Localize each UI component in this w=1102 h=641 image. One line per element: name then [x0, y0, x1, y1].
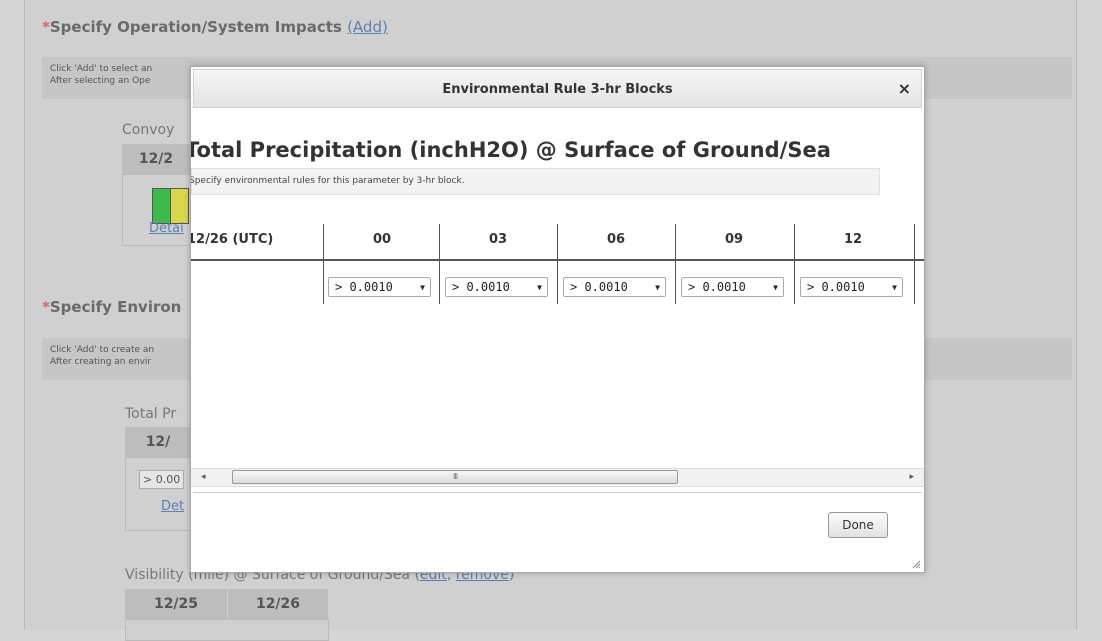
- rule-select-12[interactable]: > 0.0010 ▼: [800, 277, 903, 297]
- rule-select-00[interactable]: > 0.0010 ▼: [328, 277, 431, 297]
- precip-date-header: 12/: [125, 427, 191, 457]
- chevron-down-icon: ▼: [892, 283, 897, 292]
- rule-select-value: > 0.0010: [570, 280, 628, 294]
- rule-select-value: > 0.0010: [452, 280, 510, 294]
- convoy-date-header: 12/2: [122, 144, 190, 174]
- resize-grip-icon[interactable]: [911, 559, 921, 569]
- convoy-status-green[interactable]: [152, 188, 171, 224]
- parameter-description-text: Specify environmental rules for this par…: [190, 176, 465, 186]
- environmental-rule-dialog: Environmental Rule 3-hr Blocks × Total P…: [190, 66, 925, 573]
- chevron-down-icon: ▼: [773, 283, 778, 292]
- required-mark: *: [42, 298, 50, 316]
- precip-cell: [125, 457, 193, 531]
- operation-add-link[interactable]: (Add): [347, 18, 388, 36]
- dialog-footer-divider: [193, 492, 922, 493]
- vis-date-header: 12/26: [228, 589, 328, 619]
- close-icon[interactable]: ×: [898, 79, 911, 98]
- dialog-title: Environmental Rule 3-hr Blocks: [442, 82, 673, 97]
- parameter-description: Specify environmental rules for this par…: [191, 168, 880, 195]
- grip-icon: III: [453, 472, 458, 481]
- hour-header-09: 09: [724, 232, 744, 247]
- env-title-text: Specify Environ: [49, 298, 182, 316]
- rule-grid: 12/26 (UTC) 00 03 06 09 12 > 0.0010 ▼ > 0…: [191, 224, 924, 304]
- horizontal-scrollbar[interactable]: ◂ III ▸: [191, 468, 924, 487]
- vis-cells: [125, 619, 329, 641]
- rule-select-09[interactable]: > 0.0010 ▼: [681, 277, 784, 297]
- operation-section-title: *Specify Operation/System Impacts (Add): [42, 18, 388, 36]
- scroll-right-icon[interactable]: ▸: [909, 472, 914, 482]
- chevron-down-icon: ▼: [537, 283, 542, 292]
- precip-value-select[interactable]: > 0.00: [139, 470, 185, 489]
- hour-header-06: 06: [606, 232, 626, 247]
- convoy-label: Convoy: [122, 122, 175, 138]
- page-left-border: [24, 0, 25, 630]
- hour-header-12: 12: [843, 232, 863, 247]
- page-right-border: [1076, 0, 1077, 630]
- precip-details-link[interactable]: Det: [161, 499, 184, 514]
- done-button[interactable]: Done: [828, 512, 888, 538]
- convoy-status-yellow[interactable]: [170, 188, 189, 224]
- dialog-titlebar[interactable]: Environmental Rule 3-hr Blocks ×: [193, 69, 922, 108]
- convoy-details-link[interactable]: Detai: [149, 221, 184, 236]
- vis-date-header: 12/25: [125, 589, 227, 619]
- scroll-left-icon[interactable]: ◂: [201, 472, 206, 482]
- chevron-down-icon: ▼: [420, 283, 425, 292]
- total-precip-label: Total Pr: [125, 406, 177, 422]
- chevron-down-icon: ▼: [655, 283, 660, 292]
- scrollbar-thumb[interactable]: III: [232, 470, 678, 484]
- rule-select-03[interactable]: > 0.0010 ▼: [445, 277, 548, 297]
- grid-date-label: 12/26 (UTC): [191, 232, 274, 247]
- rule-select-06[interactable]: > 0.0010 ▼: [563, 277, 666, 297]
- required-mark: *: [42, 18, 50, 36]
- parameter-title: Total Precipitation (inchH2O) @ Surface …: [190, 138, 831, 162]
- env-section-title: *Specify Environ: [42, 298, 181, 316]
- hour-header-00: 00: [372, 232, 392, 247]
- grid-divider: [914, 224, 915, 304]
- rule-select-value: > 0.0010: [688, 280, 746, 294]
- operation-title-text: Specify Operation/System Impacts: [49, 18, 348, 36]
- rule-select-value: > 0.0010: [807, 280, 865, 294]
- hour-header-03: 03: [488, 232, 508, 247]
- rule-select-value: > 0.0010: [335, 280, 393, 294]
